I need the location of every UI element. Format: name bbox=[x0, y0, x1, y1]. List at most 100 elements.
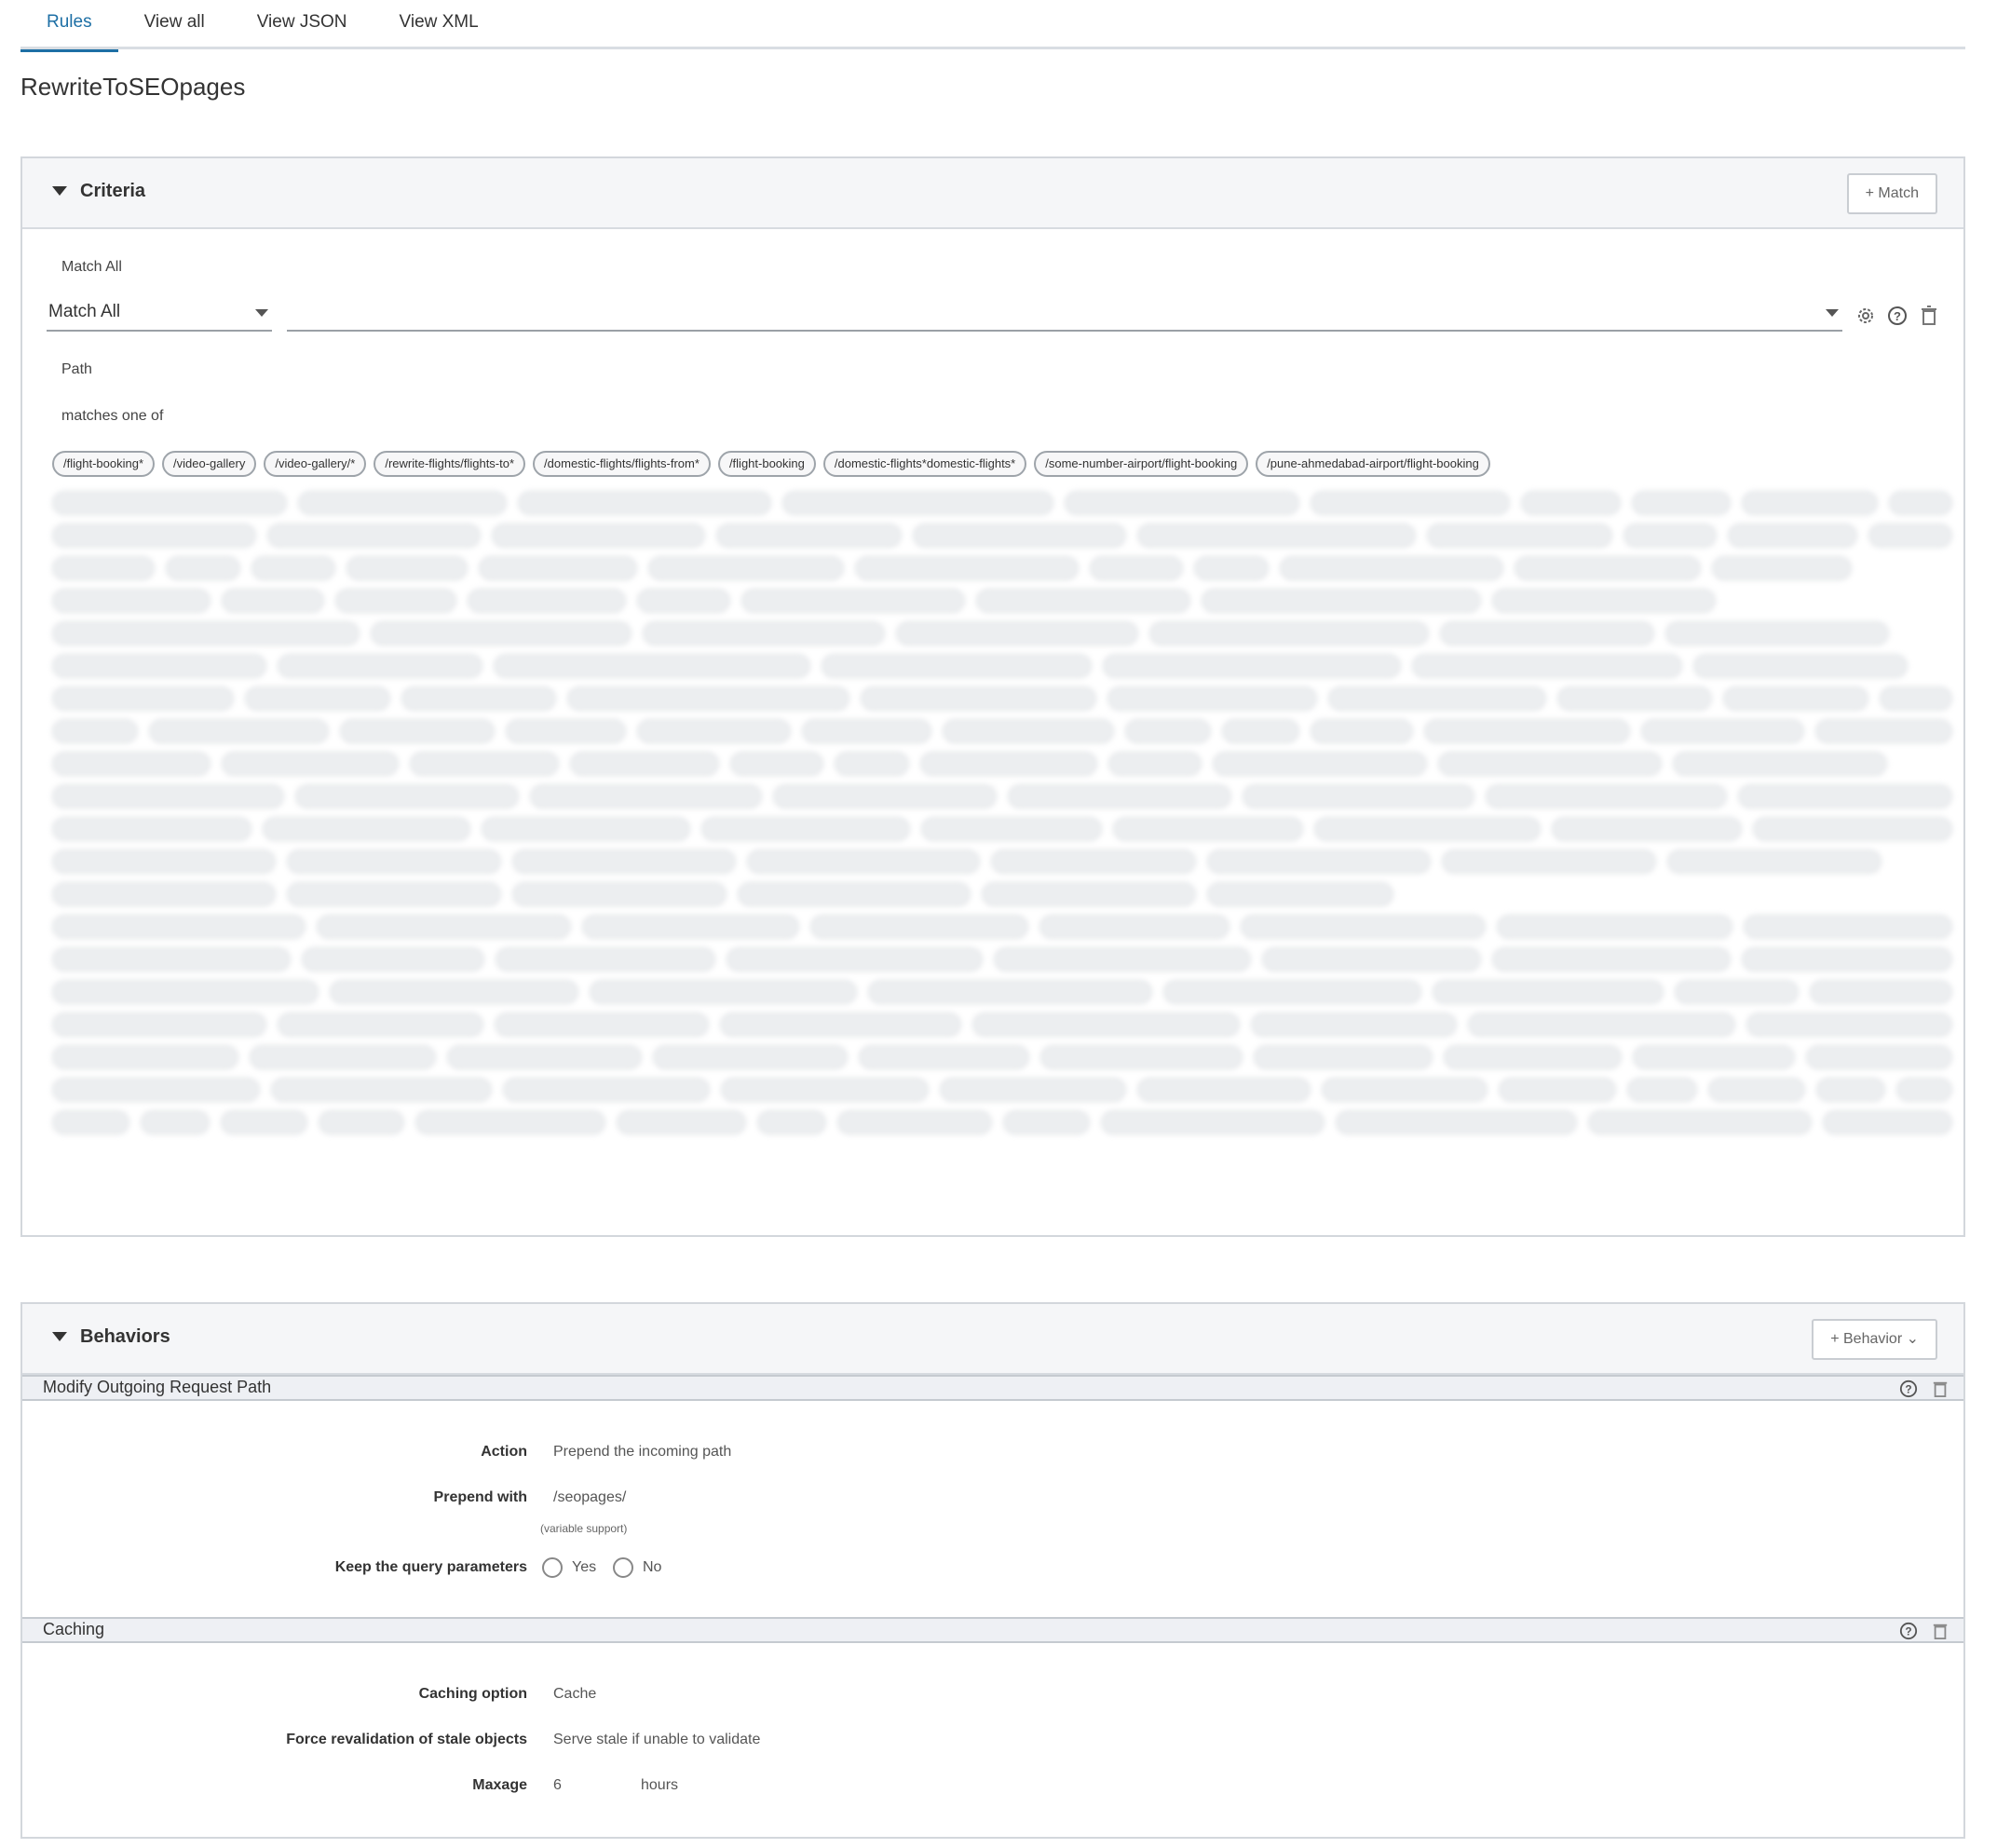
criteria-title: Criteria bbox=[80, 181, 146, 201]
blurred-path-chip bbox=[636, 718, 792, 743]
blurred-chip-row bbox=[52, 975, 1952, 1008]
blurred-path-chip bbox=[1427, 523, 1613, 548]
path-chip[interactable]: /domestic-flights/flights-from* bbox=[533, 451, 711, 477]
blurred-path-chip bbox=[530, 783, 763, 808]
path-chip[interactable]: /flight-booking* bbox=[52, 451, 155, 477]
blurred-path-chip bbox=[371, 620, 632, 645]
blurred-path-chip bbox=[1039, 914, 1230, 939]
blurred-chip-row bbox=[52, 486, 1952, 519]
prepend-label: Prepend with bbox=[433, 1489, 527, 1505]
blurred-path-chip bbox=[1310, 718, 1414, 743]
blurred-path-chip bbox=[1336, 1109, 1577, 1135]
blurred-path-chip bbox=[346, 555, 468, 580]
blurred-path-chip bbox=[802, 718, 931, 743]
path-chip[interactable]: /video-gallery bbox=[162, 451, 257, 477]
path-values: /flight-booking* /video-gallery /video-g… bbox=[52, 451, 1952, 477]
blurred-path-chip bbox=[991, 849, 1196, 874]
blurred-path-chip bbox=[1627, 1077, 1697, 1102]
help-icon[interactable]: ? bbox=[1896, 1619, 1921, 1643]
path-chip[interactable]: /video-gallery/* bbox=[264, 451, 367, 477]
tab-view-xml[interactable]: View XML bbox=[374, 0, 505, 49]
blurred-path-chip bbox=[1707, 1077, 1805, 1102]
collapse-caret-icon[interactable] bbox=[52, 1332, 67, 1341]
maxage-input[interactable]: 6 bbox=[553, 1777, 562, 1794]
blurred-path-chip bbox=[52, 1077, 260, 1102]
blurred-path-chip bbox=[738, 881, 971, 906]
blurred-path-chip bbox=[1432, 979, 1664, 1004]
blurred-path-chip bbox=[1879, 686, 1952, 711]
add-behavior-button[interactable]: + Behavior ⌄ bbox=[1812, 1319, 1937, 1360]
blurred-path-chip bbox=[1003, 1109, 1090, 1135]
blurred-path-chip bbox=[896, 620, 1138, 645]
blurred-path-chip bbox=[1738, 783, 1952, 808]
blurred-path-chip bbox=[1280, 555, 1503, 580]
tab-view-json[interactable]: View JSON bbox=[231, 0, 374, 49]
path-chip[interactable]: /some-number-airport/flight-booking bbox=[1034, 451, 1249, 477]
blurred-path-chip bbox=[1746, 1012, 1952, 1037]
blurred-path-chip bbox=[1112, 816, 1304, 841]
blurred-path-chip bbox=[330, 979, 579, 1004]
maxage-unit-select[interactable]: hours bbox=[641, 1777, 678, 1794]
add-behavior-label: + Behavior bbox=[1830, 1331, 1903, 1347]
trash-icon[interactable] bbox=[1928, 1377, 1952, 1401]
blurred-chip-row bbox=[52, 877, 1952, 910]
svg-text:?: ? bbox=[1905, 1383, 1911, 1396]
blurred-path-chip bbox=[1806, 1044, 1952, 1069]
revalidation-label: Force revalidation of stale objects bbox=[286, 1732, 527, 1747]
blurred-path-chip bbox=[773, 783, 997, 808]
blurred-path-chip bbox=[976, 588, 1190, 613]
query-yes-label: Yes bbox=[572, 1559, 597, 1575]
path-chip[interactable]: /domestic-flights*domestic-flights* bbox=[822, 451, 1027, 477]
behaviors-header[interactable]: Behaviors + Behavior ⌄ bbox=[22, 1304, 1963, 1375]
blurred-path-chip bbox=[1674, 979, 1800, 1004]
chevron-down-icon bbox=[255, 309, 268, 317]
caching-section-header: Caching ? bbox=[22, 1617, 1963, 1643]
tab-rules[interactable]: Rules bbox=[20, 0, 118, 52]
blurred-path-chip bbox=[1727, 523, 1858, 548]
collapse-caret-icon[interactable] bbox=[52, 186, 67, 196]
blurred-path-chip bbox=[317, 914, 571, 939]
tab-view-all[interactable]: View all bbox=[118, 0, 231, 49]
action-label: Action bbox=[481, 1444, 527, 1460]
blurred-path-chip bbox=[1492, 946, 1731, 972]
blurred-path-chip bbox=[512, 849, 736, 874]
blurred-path-chip bbox=[982, 881, 1196, 906]
blurred-path-chip bbox=[822, 653, 1092, 678]
action-value[interactable]: Prepend the incoming path bbox=[553, 1444, 731, 1461]
path-chip[interactable]: /flight-booking bbox=[717, 451, 816, 477]
svg-text:?: ? bbox=[1905, 1625, 1911, 1638]
prepend-input[interactable]: /seopages/ bbox=[553, 1489, 626, 1506]
trash-icon[interactable] bbox=[1928, 1619, 1952, 1643]
path-chip[interactable]: /pune-ahmedabad-airport/flight-booking bbox=[1256, 451, 1490, 477]
blurred-path-chip bbox=[52, 523, 257, 548]
blurred-path-chip bbox=[860, 686, 1097, 711]
query-no-label: No bbox=[643, 1559, 662, 1575]
query-no-radio[interactable] bbox=[613, 1557, 633, 1578]
caching-option-value[interactable]: Cache bbox=[553, 1686, 596, 1703]
add-match-button[interactable]: + Match bbox=[1846, 173, 1937, 214]
blurred-path-chip bbox=[1815, 1077, 1886, 1102]
blurred-path-chip bbox=[1039, 1044, 1243, 1069]
match-all-select[interactable]: Match All bbox=[47, 298, 272, 332]
blurred-chip-row bbox=[52, 812, 1952, 845]
variable-support-note: (variable support) bbox=[540, 1522, 628, 1535]
blurred-path-chip bbox=[1202, 588, 1481, 613]
criteria-header[interactable]: Criteria + Match bbox=[22, 158, 1963, 229]
query-yes-radio[interactable] bbox=[542, 1557, 563, 1578]
chevron-down-icon bbox=[1826, 309, 1839, 317]
trash-icon[interactable] bbox=[1917, 304, 1941, 328]
help-icon[interactable]: ? bbox=[1885, 304, 1909, 328]
blurred-path-chip bbox=[1207, 849, 1431, 874]
blurred-path-chip bbox=[335, 588, 456, 613]
path-chip[interactable]: /rewrite-flights/flights-to* bbox=[374, 451, 526, 477]
revalidation-value[interactable]: Serve stale if unable to validate bbox=[553, 1732, 760, 1748]
criteria-type-select[interactable] bbox=[287, 298, 1842, 332]
blurred-path-chip bbox=[1896, 1077, 1952, 1102]
blurred-path-chip bbox=[287, 881, 501, 906]
gear-icon[interactable] bbox=[1854, 304, 1878, 328]
blurred-chip-row bbox=[52, 747, 1952, 780]
blurred-path-chip bbox=[1213, 751, 1427, 776]
blurred-path-chip bbox=[1327, 686, 1546, 711]
blurred-chip-row bbox=[52, 780, 1952, 812]
help-icon[interactable]: ? bbox=[1896, 1377, 1921, 1401]
